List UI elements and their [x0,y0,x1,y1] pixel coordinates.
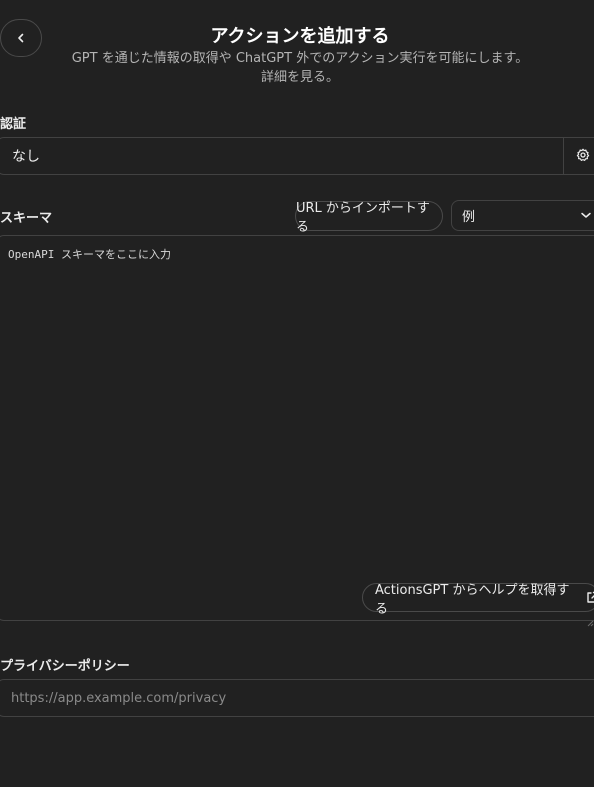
page-title: アクションを追加する [210,26,390,47]
auth-settings-button[interactable] [563,137,594,175]
schema-editor[interactable]: OpenAPI スキーマをここに入力 [0,235,594,621]
actionsgpt-help-button[interactable]: ActionsGPT からヘルプを取得する [362,583,594,617]
auth-label: 認証 [0,117,27,132]
gear-icon [576,147,590,166]
auth-value: なし [12,149,40,165]
schema-label: スキーマ [0,211,53,226]
privacy-label: プライバシーポリシー [0,659,130,674]
chevron-down-icon [579,208,593,226]
schema-placeholder: OpenAPI スキーマをここに入力 [8,248,171,261]
privacy-policy-input[interactable] [0,679,594,717]
example-select-value: 例 [462,210,476,225]
auth-type-field[interactable]: なし [0,137,564,175]
help-button-label: ActionsGPT からヘルプを取得する [375,582,570,617]
import-from-url-button[interactable]: URL からインポートする [295,201,443,235]
resize-handle-icon[interactable] [586,612,594,631]
page-subtitle: GPT を通じた情報の取得や ChatGPT 外でのアクション実行を可能にします… [0,49,594,87]
subtitle-text: GPT を通じた情報の取得や ChatGPT 外でのアクション実行を可能にします… [71,51,529,66]
learn-more-link[interactable]: 詳細を見る。 [0,68,594,87]
external-link-icon [586,591,594,604]
example-select[interactable]: 例 [451,200,594,231]
add-action-page: アクションを追加する GPT を通じた情報の取得や ChatGPT 外でのアクシ… [0,0,594,787]
